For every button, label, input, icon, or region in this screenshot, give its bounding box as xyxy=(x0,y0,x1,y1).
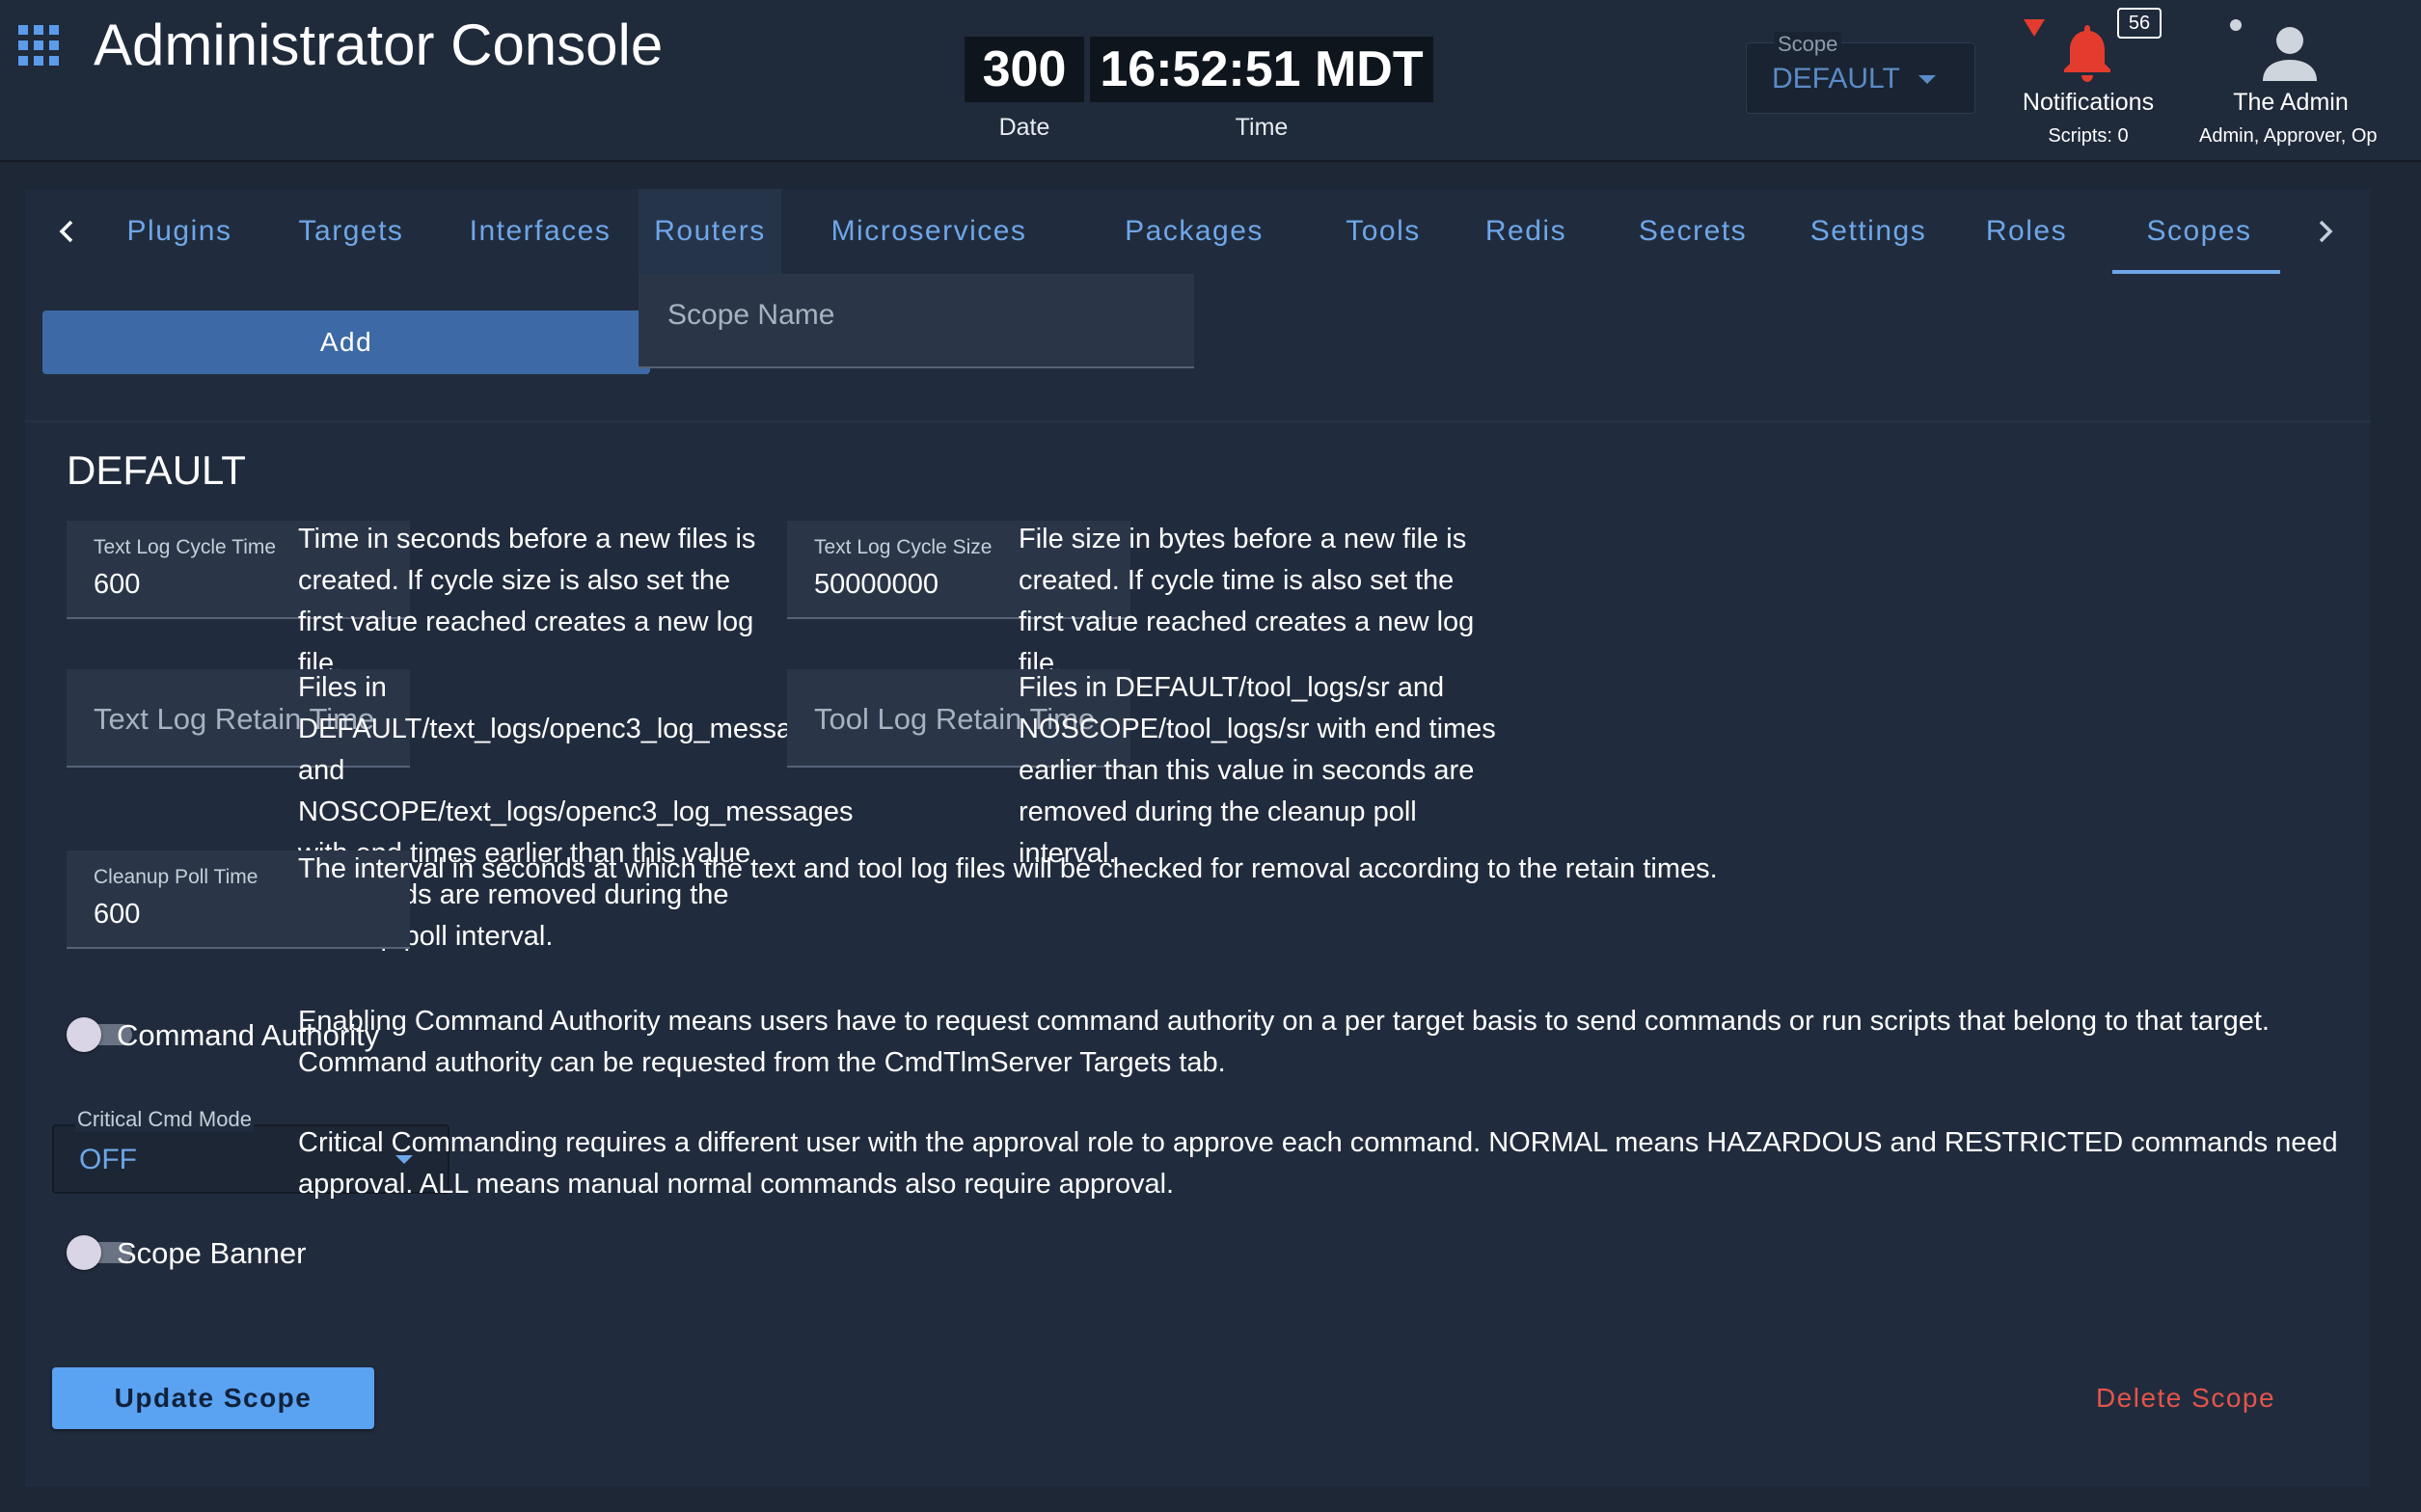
status-dot-icon xyxy=(2230,19,2242,31)
tab-tools[interactable]: Tools xyxy=(1316,189,1451,274)
apps-grid-icon[interactable] xyxy=(18,25,59,66)
notification-count-badge: 56 xyxy=(2117,8,2162,39)
field-label: Text Log Cycle Time xyxy=(94,536,277,558)
divider xyxy=(25,420,2371,422)
bell-icon[interactable] xyxy=(2060,21,2114,83)
chevron-left-icon xyxy=(59,220,73,243)
time-label: Time xyxy=(1235,114,1289,141)
scope-select[interactable]: Scope DEFAULT xyxy=(1746,32,1975,114)
delete-scope-button[interactable]: Delete Scope xyxy=(2051,1367,2321,1429)
field-value: 50000000 xyxy=(814,569,939,600)
alert-triangle-icon xyxy=(2024,19,2045,37)
user-name[interactable]: The Admin xyxy=(2209,89,2373,117)
command-authority-description: Enabling Command Authority means users h… xyxy=(298,1006,2270,1078)
tab-routers[interactable]: Routers xyxy=(639,189,781,274)
tab-scopes[interactable]: Scopes xyxy=(2112,189,2286,274)
tab-plugins[interactable]: Plugins xyxy=(112,189,247,274)
scope-banner-label: Scope Banner xyxy=(117,1236,307,1270)
active-tab-indicator xyxy=(2112,270,2286,274)
caret-down-icon xyxy=(1918,75,1936,84)
tab-bar: Plugins Targets Interfaces Routers Micro… xyxy=(25,189,2371,274)
app-header: Administrator Console 300 16:52:51 MDT D… xyxy=(0,0,2421,162)
tab-interfaces[interactable]: Interfaces xyxy=(449,189,631,274)
field-value: 600 xyxy=(94,569,141,600)
chevron-right-icon xyxy=(2319,220,2333,243)
scripts-count: Scripts: 0 xyxy=(2048,125,2129,147)
tab-roles[interactable]: Roles xyxy=(1964,189,2089,274)
scope-title: DEFAULT xyxy=(67,447,246,493)
tab-packages[interactable]: Packages xyxy=(1105,189,1283,274)
add-scope-button[interactable]: Add xyxy=(42,310,650,374)
scope-select-label: Scope xyxy=(1774,32,1842,57)
user-icon[interactable] xyxy=(2259,23,2321,85)
text-log-cycle-time-description: Time in seconds before a new files is cr… xyxy=(298,524,756,679)
date-value: 300 xyxy=(965,37,1084,102)
tab-scroll-left[interactable] xyxy=(25,189,112,274)
tab-microservices[interactable]: Microservices xyxy=(814,189,1044,274)
scope-name-field xyxy=(639,274,1194,368)
page-title: Administrator Console xyxy=(94,13,664,77)
update-scope-button[interactable]: Update Scope xyxy=(52,1367,374,1429)
cleanup-poll-time-description: The interval in seconds at which the tex… xyxy=(298,853,1718,884)
tool-log-retain-time-description: Files in DEFAULT/tool_logs/sr and NOSCOP… xyxy=(1019,672,1496,869)
tab-targets[interactable]: Targets xyxy=(284,189,419,274)
critical-cmd-mode-label: Critical Cmd Mode xyxy=(75,1107,254,1132)
time-value: 16:52:51 MDT xyxy=(1090,37,1433,102)
text-log-cycle-size-description: File size in bytes before a new file is … xyxy=(1019,524,1475,679)
field-label: Text Log Cycle Size xyxy=(814,536,993,558)
date-label: Date xyxy=(998,114,1050,141)
user-roles: Admin, Approver, Op xyxy=(2199,125,2378,147)
field-label: Cleanup Poll Time xyxy=(94,866,258,888)
tab-secrets[interactable]: Secrets xyxy=(1620,189,1765,274)
critical-cmd-mode-description: Critical Commanding requires a different… xyxy=(298,1127,2338,1200)
scope-name-input[interactable] xyxy=(639,274,1194,366)
tab-redis[interactable]: Redis xyxy=(1458,189,1593,274)
scopes-panel: Plugins Targets Interfaces Routers Micro… xyxy=(25,189,2371,1487)
tab-settings[interactable]: Settings xyxy=(1796,189,1941,274)
field-value: 600 xyxy=(94,899,141,930)
critical-cmd-mode-value: OFF xyxy=(79,1144,137,1175)
notifications-label[interactable]: Notifications xyxy=(1997,89,2180,117)
tab-scroll-right[interactable] xyxy=(2280,189,2367,274)
scope-select-value: DEFAULT xyxy=(1772,63,1900,94)
